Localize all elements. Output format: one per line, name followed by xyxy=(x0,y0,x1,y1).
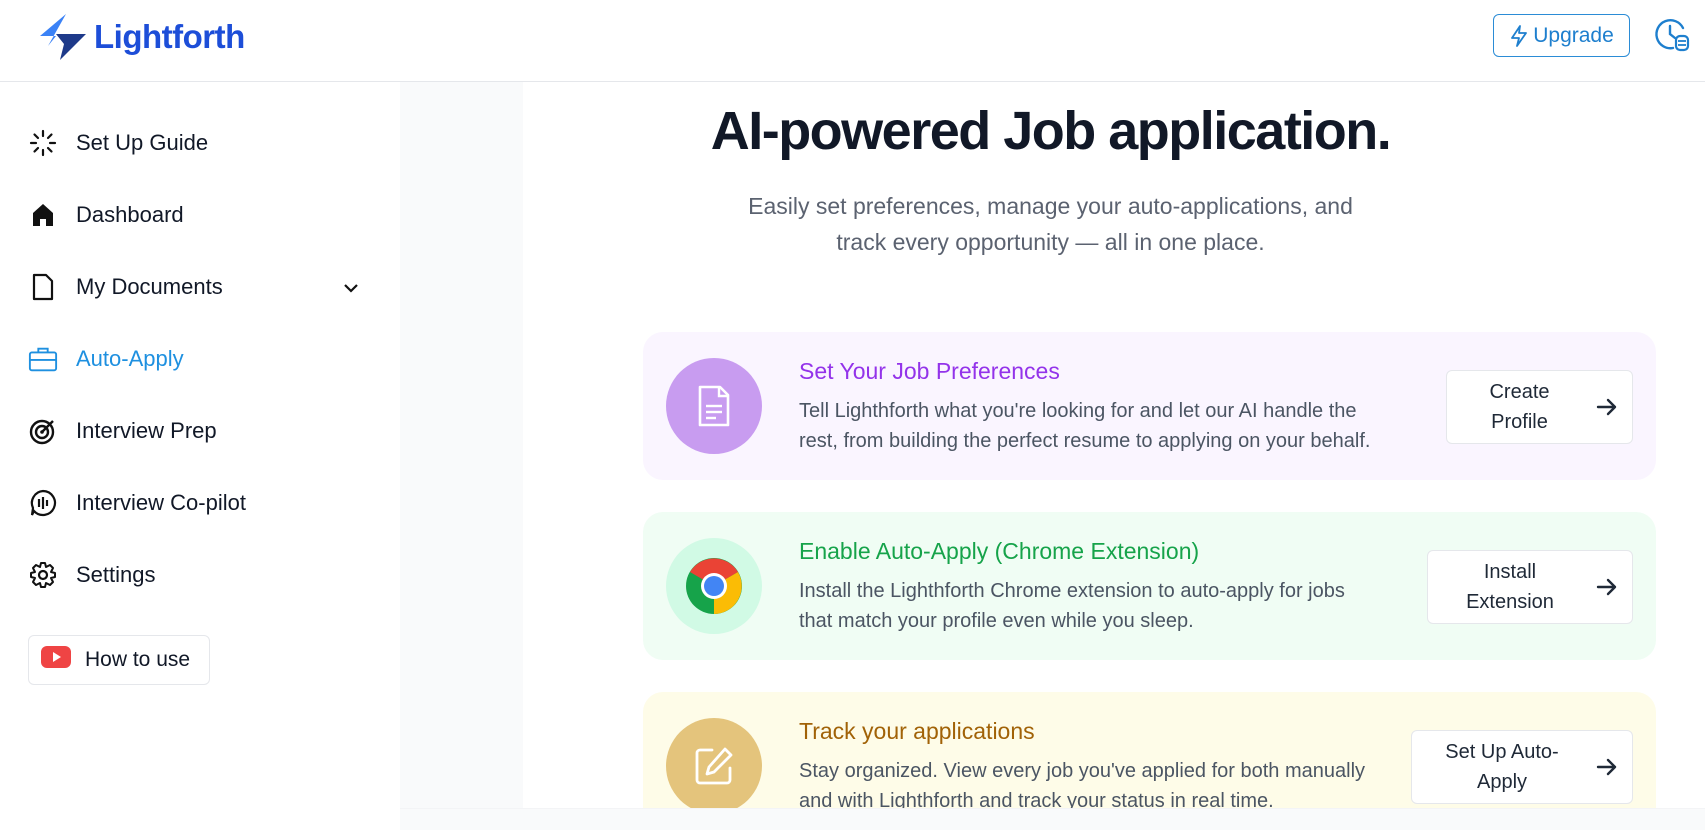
action-line-2: Profile xyxy=(1491,411,1548,433)
action-line-1: Create xyxy=(1489,381,1550,403)
audio-icon xyxy=(28,488,58,518)
bolt-icon xyxy=(1511,24,1528,47)
briefcase-icon xyxy=(28,344,58,374)
action-label: Create Profile xyxy=(1447,377,1592,437)
arrow-right-icon xyxy=(1592,397,1622,417)
sidebar-item-auto-apply[interactable]: Auto-Apply xyxy=(28,339,368,379)
action-line-1: Set Up Auto- xyxy=(1445,741,1559,763)
desc-line-1: Tell Lighthforth what you're looking for… xyxy=(799,400,1357,422)
card-description: Tell Lighthforth what you're looking for… xyxy=(799,396,1439,456)
desc-line-2: that match your profile even while you s… xyxy=(799,610,1194,632)
page-title: AI-powered Job application. xyxy=(710,101,1392,161)
card-title: Enable Auto-Apply (Chrome Extension) xyxy=(799,538,1200,564)
sidebar-item-settings[interactable]: Settings xyxy=(28,555,368,595)
youtube-icon xyxy=(41,646,71,674)
upgrade-label: Upgrade xyxy=(1533,23,1614,47)
create-profile-button[interactable]: Create Profile xyxy=(1446,370,1633,444)
how-to-use-label: How to use xyxy=(85,648,191,671)
top-header: Lightforth Upgrade xyxy=(0,0,1705,82)
action-label: Set Up Auto- Apply xyxy=(1412,737,1592,797)
gear-icon xyxy=(28,560,58,590)
upgrade-button[interactable]: Upgrade xyxy=(1493,14,1630,57)
action-label: Install Extension xyxy=(1428,557,1592,617)
lightning-logo-icon xyxy=(40,14,86,60)
card-track-applications: Track your applications Stay organized. … xyxy=(643,692,1656,808)
sidebar-item-my-documents[interactable]: My Documents xyxy=(28,267,368,307)
install-extension-button[interactable]: Install Extension xyxy=(1427,550,1633,624)
action-line-2: Apply xyxy=(1476,771,1528,793)
brand-name: Lightforth xyxy=(94,18,245,55)
arrow-right-icon xyxy=(1592,757,1622,777)
target-icon xyxy=(28,416,58,446)
set-up-auto-apply-button[interactable]: Set Up Auto- Apply xyxy=(1411,730,1633,804)
main-content: AI-powered Job application. Easily set p… xyxy=(523,82,1705,808)
card-chrome-extension: Enable Auto-Apply (Chrome Extension) Ins… xyxy=(643,512,1656,660)
sidebar-item-label: Interview Co-pilot xyxy=(76,490,246,515)
loader-icon xyxy=(28,128,58,158)
edit-icon xyxy=(666,718,762,808)
card-title: Track your applications xyxy=(799,718,1035,744)
card-title: Set Your Job Preferences xyxy=(799,358,1060,384)
file-text-icon xyxy=(666,358,762,454)
card-description: Install the Lighthforth Chrome extension… xyxy=(799,576,1439,636)
chrome-icon xyxy=(666,538,762,634)
page-subtitle: Easily set preferences, manage your auto… xyxy=(523,188,1578,260)
desc-line-2: and with Lighthforth and track your stat… xyxy=(799,790,1274,808)
sidebar: Set Up Guide Dashboard My Documents Auto… xyxy=(0,82,400,829)
how-to-use-button[interactable]: How to use xyxy=(28,635,210,685)
action-line-1: Install xyxy=(1483,561,1537,583)
sidebar-item-dashboard[interactable]: Dashboard xyxy=(28,195,368,235)
brand-logo[interactable]: Lightforth xyxy=(38,14,245,60)
desc-line-1: Install the Lighthforth Chrome extension… xyxy=(799,580,1345,602)
desc-line-1: Stay organized. View every job you've ap… xyxy=(799,760,1366,782)
subtitle-line-1: Easily set preferences, manage your auto… xyxy=(748,193,1353,219)
sidebar-item-label: Settings xyxy=(76,562,156,587)
home-icon xyxy=(28,200,58,230)
content-gutter xyxy=(400,82,523,829)
sidebar-item-interview-prep[interactable]: Interview Prep xyxy=(28,411,368,451)
sidebar-item-set-up-guide[interactable]: Set Up Guide xyxy=(28,123,368,163)
card-job-preferences: Set Your Job Preferences Tell Lighthfort… xyxy=(643,332,1656,480)
sidebar-item-interview-copilot[interactable]: Interview Co-pilot xyxy=(28,483,368,523)
sidebar-item-label: Auto-Apply xyxy=(76,346,184,371)
sidebar-item-label: My Documents xyxy=(76,274,223,299)
card-description: Stay organized. View every job you've ap… xyxy=(799,756,1439,808)
history-icon[interactable] xyxy=(1653,16,1691,54)
arrow-right-icon xyxy=(1592,577,1622,597)
subtitle-line-2: track every opportunity — all in one pla… xyxy=(836,229,1265,255)
sidebar-item-label: Set Up Guide xyxy=(76,130,209,155)
action-line-2: Extension xyxy=(1466,591,1554,613)
bottom-strip xyxy=(400,808,1705,830)
chevron-down-icon[interactable] xyxy=(342,277,360,303)
document-icon xyxy=(28,272,58,302)
sidebar-item-label: Dashboard xyxy=(76,202,184,227)
sidebar-item-label: Interview Prep xyxy=(76,418,217,443)
desc-line-2: rest, from building the perfect resume t… xyxy=(799,430,1371,452)
